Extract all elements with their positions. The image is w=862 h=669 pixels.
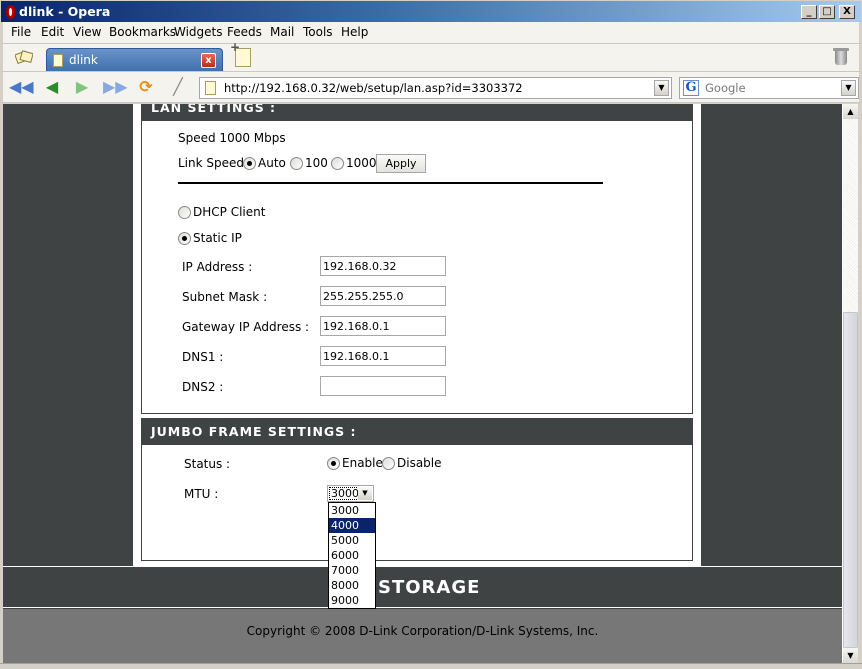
closed-tabs-icon[interactable] xyxy=(15,50,33,64)
dns2-label: DNS2 : xyxy=(182,380,224,394)
mtu-option[interactable]: 7000 xyxy=(329,563,375,578)
search-engine-dropdown-button[interactable]: ▼ xyxy=(841,80,856,96)
link-speed-1000-radio[interactable] xyxy=(331,157,344,170)
opera-logo-icon xyxy=(6,5,16,19)
menu-edit[interactable]: Edit xyxy=(41,25,64,39)
mtu-dropdown-list: 3000 4000 5000 6000 7000 8000 9000 xyxy=(328,502,376,609)
link-speed-100-label: 100 xyxy=(305,156,328,170)
link-speed-100-radio[interactable] xyxy=(290,157,303,170)
forward-icon[interactable]: ▶ xyxy=(71,78,93,96)
gateway-ip-input[interactable]: 192.168.0.1 xyxy=(320,316,446,336)
mtu-option[interactable]: 6000 xyxy=(329,548,375,563)
tab-label: dlink xyxy=(69,53,98,67)
jumbo-disable-label: Disable xyxy=(397,456,442,470)
lan-settings-header: LAN SETTINGS : xyxy=(142,104,692,121)
menu-bookmarks[interactable]: Bookmarks xyxy=(109,25,176,39)
jumbo-frame-header: JUMBO FRAME SETTINGS : xyxy=(142,419,692,445)
link-speed-label: Link Speed xyxy=(178,156,245,170)
page-icon xyxy=(53,54,63,67)
menu-bar: File Edit View Bookmarks Widgets Feeds M… xyxy=(0,22,862,43)
dns1-input[interactable]: 192.168.0.1 xyxy=(320,346,446,366)
reload-icon[interactable]: ⟳ xyxy=(135,78,157,96)
back-icon[interactable]: ◀ xyxy=(41,78,63,96)
tab-dlink[interactable]: dlink x xyxy=(46,48,223,72)
edit-icon[interactable]: ╱ xyxy=(167,78,189,96)
menu-feeds[interactable]: Feeds xyxy=(227,25,262,39)
menu-file[interactable]: File xyxy=(11,25,31,39)
scroll-track[interactable] xyxy=(843,119,858,312)
search-input[interactable]: Google xyxy=(705,81,746,95)
divider xyxy=(178,182,603,184)
lan-settings-section: LAN SETTINGS : Speed 1000 Mbps Link Spee… xyxy=(141,104,693,414)
link-speed-auto-radio[interactable] xyxy=(243,157,256,170)
jumbo-enable-label: Enable xyxy=(342,456,383,470)
jumbo-frame-section: JUMBO FRAME SETTINGS : Status : Enable D… xyxy=(141,418,693,561)
navigation-bar: ◀◀ ◀ ▶ ▶▶ ⟳ ╱ http://192.168.0.32/web/se… xyxy=(0,71,862,103)
scroll-down-button[interactable]: ▼ xyxy=(843,648,858,663)
static-ip-label: Static IP xyxy=(193,231,242,245)
tab-close-button[interactable]: x xyxy=(201,53,216,68)
page-viewport: LAN SETTINGS : Speed 1000 Mbps Link Spee… xyxy=(3,104,842,663)
dns2-input[interactable] xyxy=(320,376,446,396)
close-window-button[interactable]: X xyxy=(839,5,855,19)
apply-button[interactable]: Apply xyxy=(376,154,426,173)
google-icon: G xyxy=(683,80,699,96)
mtu-selected-value: 3000 xyxy=(329,487,361,500)
vertical-scrollbar[interactable]: ▲ ▼ xyxy=(842,104,858,663)
mtu-option[interactable]: 9000 xyxy=(329,593,375,608)
rewind-icon[interactable]: ◀◀ xyxy=(9,78,34,96)
menu-help[interactable]: Help xyxy=(341,25,368,39)
subnet-mask-label: Subnet Mask : xyxy=(182,290,268,304)
menu-view[interactable]: View xyxy=(73,25,101,39)
jumbo-disable-radio[interactable] xyxy=(382,457,395,470)
dhcp-client-label: DHCP Client xyxy=(193,205,266,219)
dhcp-client-radio[interactable] xyxy=(178,206,191,219)
jumbo-enable-radio[interactable] xyxy=(327,457,340,470)
url-text[interactable]: http://192.168.0.32/web/setup/lan.asp?id… xyxy=(224,81,523,95)
mtu-option-highlighted[interactable]: 4000 xyxy=(329,518,375,533)
speed-text: Speed 1000 Mbps xyxy=(178,131,286,145)
mtu-option[interactable]: 8000 xyxy=(329,578,375,593)
window-title: dlink - Opera xyxy=(19,4,111,19)
gateway-ip-label: Gateway IP Address : xyxy=(182,320,310,334)
trash-icon[interactable] xyxy=(833,48,849,65)
ip-address-input[interactable]: 192.168.0.32 xyxy=(320,256,446,276)
address-dropdown-button[interactable]: ▼ xyxy=(654,80,669,96)
window-titlebar: dlink - Opera _ □ X xyxy=(0,0,862,24)
search-bar[interactable]: G Google ▼ xyxy=(679,77,859,99)
maximize-button[interactable]: □ xyxy=(819,5,835,19)
subnet-mask-input[interactable]: 255.255.255.0 xyxy=(320,286,446,306)
dns1-label: DNS1 : xyxy=(182,350,224,364)
mtu-select[interactable]: 3000 ▼ xyxy=(327,485,374,502)
chevron-down-icon[interactable]: ▼ xyxy=(358,487,372,500)
menu-widgets[interactable]: Widgets xyxy=(174,25,223,39)
window-bottom-border xyxy=(0,663,862,669)
menu-mail[interactable]: Mail xyxy=(270,25,294,39)
mtu-option[interactable]: 5000 xyxy=(329,533,375,548)
footer: Copyright © 2008 D-Link Corporation/D-Li… xyxy=(3,609,842,663)
static-ip-radio[interactable] xyxy=(178,232,191,245)
address-bar[interactable]: http://192.168.0.32/web/setup/lan.asp?id… xyxy=(199,77,672,99)
page-icon xyxy=(205,81,216,95)
storage-band: STORAGE xyxy=(3,566,842,608)
fast-forward-icon[interactable]: ▶▶ xyxy=(103,78,128,96)
ip-address-label: IP Address : xyxy=(182,260,253,274)
link-speed-auto-label: Auto xyxy=(258,156,286,170)
copyright-text: Copyright © 2008 D-Link Corporation/D-Li… xyxy=(246,624,599,638)
content-frame: LAN SETTINGS : Speed 1000 Mbps Link Spee… xyxy=(133,104,701,568)
scroll-thumb[interactable] xyxy=(843,312,858,648)
menu-tools[interactable]: Tools xyxy=(303,25,333,39)
mtu-label: MTU : xyxy=(184,487,219,501)
minimize-button[interactable]: _ xyxy=(801,5,817,19)
mtu-option[interactable]: 3000 xyxy=(329,503,375,518)
tab-bar: dlink x xyxy=(0,40,862,72)
new-tab-button[interactable] xyxy=(230,40,251,67)
storage-brand: STORAGE xyxy=(378,577,481,598)
link-speed-1000-label: 1000 xyxy=(346,156,377,170)
scroll-up-button[interactable]: ▲ xyxy=(843,104,858,119)
status-label: Status : xyxy=(184,457,231,471)
